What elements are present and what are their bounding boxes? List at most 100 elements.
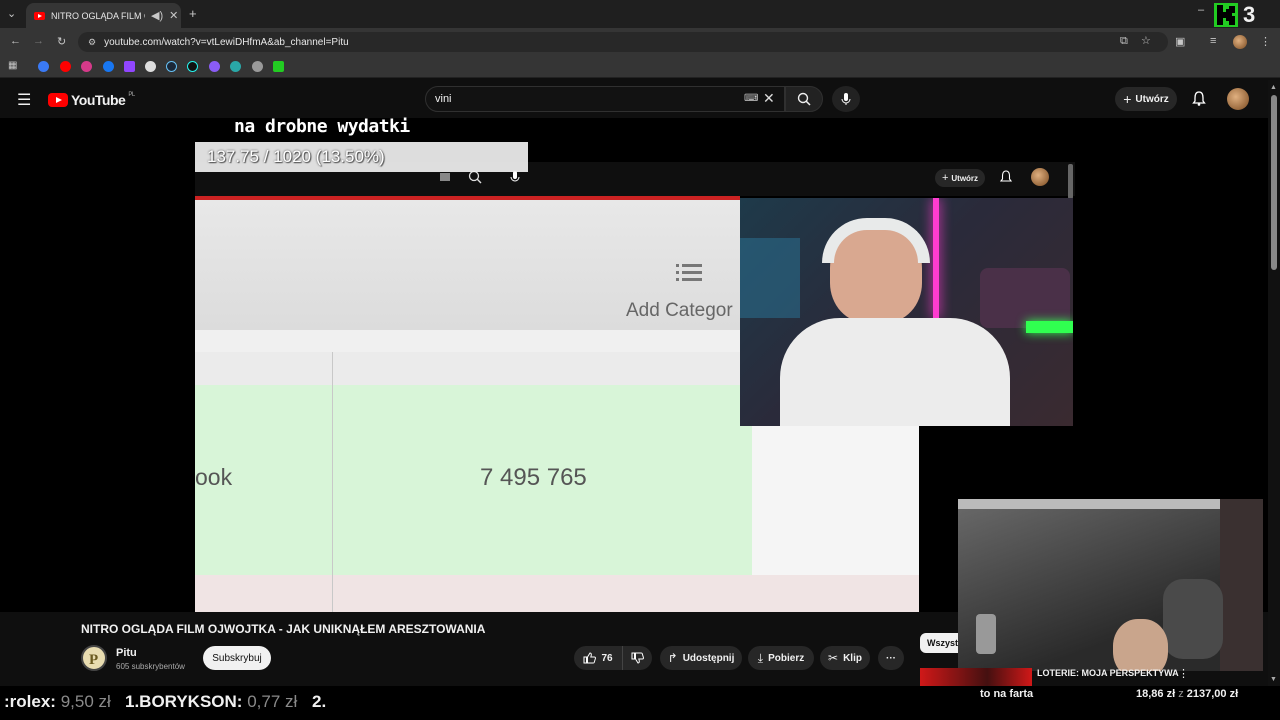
tipply-bookmark-icon[interactable] — [145, 61, 156, 72]
like-button[interactable]: 76 — [574, 646, 622, 670]
gaming-chair — [980, 268, 1070, 328]
back-icon[interactable]: ← — [10, 35, 21, 47]
spreadsheet-column-divider — [332, 352, 333, 612]
microphone-icon — [841, 93, 851, 105]
instagram-bookmark-icon[interactable] — [81, 61, 92, 72]
clip-button[interactable]: ✂ Klip — [820, 646, 870, 670]
more-actions-button[interactable]: ··· — [878, 646, 904, 670]
inner-search-icon — [468, 170, 482, 184]
ticker-goal: 18,86 zł z 2137,00 zł — [1136, 688, 1238, 700]
goal-progress-text: 137.75 / 1020 (13.50%) — [207, 147, 385, 166]
ticker-item-1-amount: 9,50 zł — [60, 692, 111, 711]
inner-keyboard-icon — [440, 173, 450, 181]
subscribe-button[interactable]: Subskrybuj — [203, 646, 271, 670]
video-title: NITRO OGLĄDA FILM OJWOJTKA - JAK UNIKNĄŁ… — [81, 622, 486, 636]
clear-search-icon[interactable]: ✕ — [763, 90, 775, 107]
streamer-webcam — [740, 198, 1073, 426]
spreadsheet-left-cell-text: ook — [195, 464, 233, 490]
recommendation-title[interactable]: LOTERIE: MOJA PERSPEKTYWA — [1037, 668, 1179, 678]
search-button[interactable] — [785, 86, 823, 112]
channel-name[interactable]: Pitu — [116, 647, 137, 659]
share-button[interactable]: ↱ Udostępnij — [660, 646, 742, 670]
profile-avatar[interactable] — [1233, 35, 1247, 49]
search-input[interactable]: vini — [425, 86, 785, 112]
neon-light — [933, 198, 939, 318]
youtube-logo[interactable]: YouTube PL — [48, 92, 135, 108]
bookmark-star-icon[interactable]: ☆ — [1141, 34, 1151, 47]
plus-icon: + — [1123, 91, 1132, 107]
browser-tab-active[interactable]: NITRO OGLĄDA FILM OJWOJTKA - JAK UNIKNĄŁ… — [26, 3, 181, 28]
reload-icon[interactable]: ↻ — [57, 35, 66, 48]
url-text: youtube.com/watch?v=vtLewiDHfmA&ab_chann… — [104, 36, 349, 48]
audio-playing-icon[interactable]: ◀) — [151, 9, 163, 22]
forward-icon[interactable]: → — [33, 35, 44, 47]
guide-menu-icon[interactable]: ☰ — [17, 90, 31, 110]
tab-close-icon[interactable]: ✕ — [169, 9, 178, 22]
download-label: Pobierz — [768, 652, 805, 664]
dislike-button[interactable] — [622, 646, 652, 670]
media-control-icon[interactable]: ≡ — [1210, 35, 1216, 47]
steam-bookmark-icon[interactable] — [166, 61, 177, 72]
download-button[interactable]: ⤓ Pobierz — [748, 646, 814, 670]
recommendation-thumbnail[interactable] — [920, 668, 1032, 688]
tiktok-bookmark-icon[interactable] — [187, 61, 198, 72]
messenger-bookmark-icon[interactable] — [38, 61, 49, 72]
site-info-icon[interactable]: ⚙ — [88, 37, 96, 48]
scrollbar-thumb[interactable] — [1271, 95, 1277, 270]
inner-account-avatar — [1031, 168, 1049, 186]
spreadsheet-row — [195, 352, 740, 385]
voice-search-button[interactable] — [832, 86, 860, 112]
youtube-favicon-icon — [34, 11, 45, 20]
scroll-up-arrow-icon[interactable]: ▲ — [1270, 84, 1277, 91]
keyboard-icon[interactable]: ⌨ — [744, 93, 758, 104]
ticker-goal-separator: z — [1178, 688, 1184, 700]
recommendation-menu-icon[interactable]: ⋮ — [1178, 667, 1189, 680]
new-tab-icon[interactable]: + — [189, 6, 197, 21]
apps-grid-icon[interactable]: ▦ — [8, 60, 17, 71]
notifications-bell-icon[interactable] — [1192, 91, 1206, 106]
ticker-goal-current: 18,86 zł — [1136, 688, 1176, 700]
apple-bookmark-icon[interactable] — [252, 61, 263, 72]
thumbs-down-icon — [631, 652, 644, 664]
spreadsheet-value: 7 495 765 — [480, 464, 587, 491]
inner-bell-icon — [1000, 170, 1012, 183]
account-avatar[interactable] — [1227, 88, 1249, 110]
download-icon: ⤓ — [757, 650, 764, 665]
door — [1220, 499, 1263, 671]
inner-create-button: + Utwórz — [935, 169, 985, 187]
spreadsheet-bottom-row — [195, 575, 919, 612]
install-app-icon[interactable]: ⧉ — [1120, 35, 1128, 48]
youtube-bookmark-icon[interactable] — [60, 61, 71, 72]
spreadsheet-right-cell — [752, 426, 919, 575]
extensions-icon[interactable]: ▣ — [1175, 35, 1185, 48]
person-head — [1113, 619, 1168, 671]
more-icon: ··· — [886, 652, 896, 664]
kick-bookmark-icon[interactable] — [273, 61, 284, 72]
scroll-down-arrow-icon[interactable]: ▼ — [1270, 676, 1277, 683]
filter-chip-all[interactable]: Wszyst — [920, 633, 958, 653]
search-icon — [797, 92, 811, 106]
address-bar[interactable]: ⚙ youtube.com/watch?v=vtLewiDHfmA&ab_cha… — [78, 32, 1168, 52]
ticker-item-3-name: 2. — [312, 692, 327, 711]
channel-avatar[interactable]: P — [81, 645, 107, 671]
minimize-icon[interactable]: – — [1198, 4, 1204, 16]
ticker-item-2: 1.BORYKSON: 0,77 zł — [125, 692, 297, 712]
tab-title: NITRO OGLĄDA FILM OJWOJTKA - JAK UNIKNĄŁ… — [51, 10, 145, 21]
chair — [1163, 579, 1223, 659]
ticker-item-1-name: :rolex: — [4, 692, 56, 711]
headphones — [822, 218, 930, 263]
tab-search-icon[interactable]: ⌄ — [7, 7, 16, 20]
ticker-item-2-name: 1.BORYKSON: — [125, 692, 243, 711]
svg-text:P: P — [89, 652, 98, 668]
facebook-bookmark-icon[interactable] — [103, 61, 114, 72]
thumbs-up-icon — [583, 652, 597, 664]
goal-label: na drobne wydatki — [234, 116, 410, 137]
browser-menu-icon[interactable]: ⋮ — [1260, 35, 1271, 48]
list-icon — [676, 262, 702, 284]
create-button[interactable]: + Utwórz — [1115, 87, 1177, 111]
bookmark-icon[interactable] — [230, 61, 241, 72]
twitch-bookmark-icon[interactable] — [124, 61, 135, 72]
bookmark-icon[interactable] — [209, 61, 220, 72]
ticker-center-text: to na farta — [980, 688, 1034, 700]
kick-logo-icon — [1214, 3, 1238, 27]
